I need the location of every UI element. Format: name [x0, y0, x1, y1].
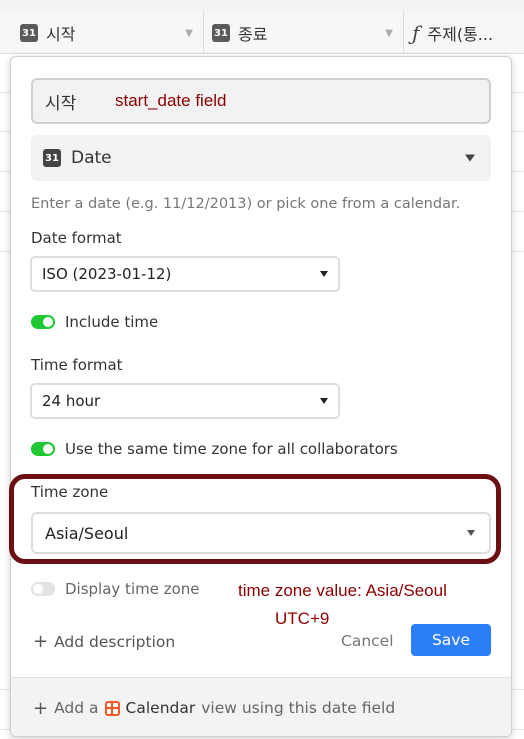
- field-type-label: Date: [71, 148, 112, 168]
- column-header-start[interactable]: 31 시작 ▼: [0, 12, 204, 54]
- caret-down-icon: [320, 271, 328, 277]
- add-description-label: Add description: [54, 632, 176, 651]
- column-header-end[interactable]: 31 종료 ▼: [204, 12, 404, 54]
- field-config-dialog: 시작 start_date field 31 Date Enter a date…: [10, 56, 512, 737]
- toggle-knob: [43, 317, 53, 327]
- same-timezone-row[interactable]: Use the same time zone for all collabora…: [31, 440, 398, 458]
- time-format-select[interactable]: 24 hour: [30, 383, 340, 419]
- calendar-icon: 31: [43, 149, 61, 167]
- date-format-label: Date format: [31, 229, 122, 247]
- annotation-tz-note-line2: UTC+9: [275, 609, 330, 628]
- column-label: 종료: [238, 25, 268, 44]
- chevron-down-icon[interactable]: ▼: [185, 28, 193, 39]
- cancel-button[interactable]: Cancel: [341, 632, 394, 650]
- include-time-toggle[interactable]: [31, 315, 55, 329]
- column-label: 주제(통...: [427, 25, 494, 44]
- caret-down-icon: [320, 398, 328, 404]
- toggle-knob: [43, 444, 53, 454]
- date-format-select[interactable]: ISO (2023-01-12): [30, 256, 340, 292]
- field-type-select[interactable]: 31 Date: [31, 135, 491, 181]
- display-timezone-toggle[interactable]: [31, 582, 55, 596]
- calendar-view-icon: [104, 700, 120, 716]
- caret-down-icon: [465, 154, 475, 162]
- include-time-row[interactable]: Include time: [31, 313, 158, 331]
- footer-prefix: Add a: [54, 699, 99, 717]
- display-timezone-label: Display time zone: [65, 580, 200, 598]
- date-format-value: ISO (2023-01-12): [42, 265, 172, 283]
- formula-icon: ƒ: [412, 21, 420, 45]
- calendar-view-footer[interactable]: + Add a Calendar view using this date fi…: [11, 677, 511, 736]
- same-timezone-toggle[interactable]: [31, 442, 55, 456]
- save-button[interactable]: Save: [411, 624, 491, 656]
- field-name-input[interactable]: 시작: [31, 78, 491, 124]
- column-header-topic[interactable]: ƒ 주제(통...: [404, 12, 524, 54]
- display-timezone-row[interactable]: Display time zone: [31, 580, 200, 598]
- time-format-label: Time format: [31, 356, 123, 374]
- same-timezone-label: Use the same time zone for all collabora…: [65, 440, 398, 458]
- field-name-value: 시작: [45, 93, 77, 114]
- plus-icon: +: [33, 631, 49, 652]
- calendar-icon: 31: [212, 24, 230, 42]
- top-strip: [0, 0, 524, 12]
- chevron-down-icon[interactable]: ▼: [385, 28, 393, 39]
- calendar-icon: 31: [20, 24, 38, 42]
- grid-header: 31 시작 ▼ 31 종료 ▼ ƒ 주제(통...: [0, 12, 524, 54]
- plus-icon: +: [33, 697, 49, 719]
- toggle-knob: [33, 584, 43, 594]
- time-zone-highlight-box: [9, 474, 501, 564]
- include-time-label: Include time: [65, 313, 159, 331]
- annotation-field-note: start_date field: [115, 91, 227, 110]
- field-type-helper-text: Enter a date (e.g. 11/12/2013) or pick o…: [31, 196, 461, 212]
- footer-suffix: view using this date field: [201, 699, 396, 717]
- add-description-button[interactable]: + Add description: [33, 631, 175, 652]
- annotation-tz-note-line1: time zone value: Asia/Seoul: [238, 581, 447, 600]
- footer-view-name: Calendar: [125, 699, 196, 717]
- time-format-value: 24 hour: [42, 392, 101, 410]
- column-label: 시작: [46, 25, 76, 44]
